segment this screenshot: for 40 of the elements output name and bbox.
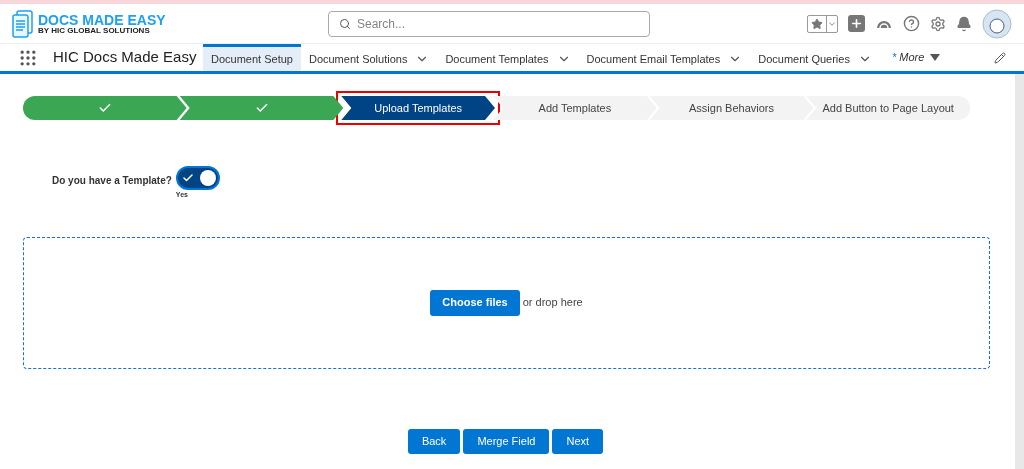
bell-icon[interactable] (956, 15, 972, 32)
path-step[interactable]: Add Button to Page Layout (806, 96, 971, 120)
caret-icon (930, 54, 941, 61)
document-icon (12, 9, 34, 38)
drop-hint: or drop here (522, 295, 583, 311)
action-button[interactable]: Merge Field (463, 428, 550, 454)
favorites-button[interactable] (807, 14, 838, 33)
path-step[interactable] (23, 96, 187, 120)
settings-icon[interactable] (930, 15, 946, 32)
edit-icon[interactable] (994, 51, 1006, 64)
path-step[interactable] (179, 96, 344, 120)
action-button[interactable]: Next (552, 428, 604, 454)
path-step[interactable]: Add Templates (493, 96, 657, 120)
path-step[interactable]: Assign Behaviors (649, 96, 814, 120)
file-dropzone[interactable]: Choose files or drop here (23, 236, 990, 369)
search-field[interactable]: Search... (328, 10, 650, 37)
logo-title: DOCS MADE EASY (38, 12, 166, 27)
action-button[interactable]: Back (407, 428, 461, 454)
scrollbar[interactable] (1015, 74, 1024, 469)
app-name: HIC Docs Made Easy (53, 47, 198, 68)
choose-files-button[interactable]: Choose files (430, 289, 520, 316)
check-icon (181, 172, 194, 184)
nav-tab[interactable]: Document Solutions (300, 44, 438, 71)
nav-tab[interactable]: Document Setup (203, 44, 301, 71)
toggle-label: Do you have a Template? (52, 174, 172, 188)
nav-tab[interactable]: Document Templates (437, 44, 579, 71)
search-input[interactable]: Search... (357, 14, 639, 33)
nav-tab[interactable]: Document Email Templates (578, 44, 751, 71)
star-icon (811, 17, 823, 30)
help-icon[interactable] (903, 15, 920, 32)
check-icon (97, 101, 112, 115)
more-tab[interactable]: * More (879, 44, 953, 71)
avatar-icon[interactable] (982, 8, 1012, 39)
nav-tab[interactable]: Document Queries (750, 44, 880, 71)
toggle-switch[interactable] (175, 166, 220, 190)
check-icon (254, 101, 269, 115)
logo-subtitle: BY HIC GLOBAL SOLUTIONS (38, 26, 151, 35)
search-icon (339, 17, 351, 30)
add-icon[interactable] (848, 15, 865, 32)
path-step[interactable]: Upload Templates (341, 96, 495, 120)
